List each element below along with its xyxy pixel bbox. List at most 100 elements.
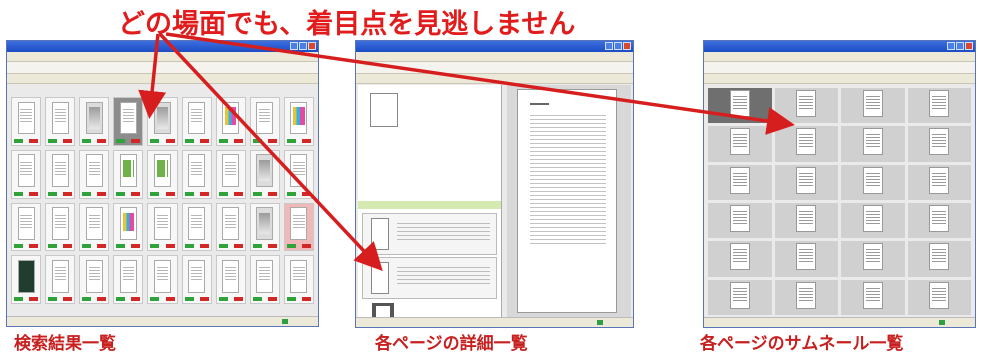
result-thumbnail[interactable]: [45, 202, 76, 252]
page-detail-row[interactable]: [362, 213, 497, 255]
menu-bar: [7, 52, 318, 62]
thumbnail[interactable]: [774, 241, 838, 277]
thumbnail[interactable]: [774, 88, 838, 124]
thumbnail[interactable]: [841, 279, 905, 315]
menu-bar: [704, 52, 975, 62]
thumbnail[interactable]: [907, 279, 971, 315]
result-thumbnail[interactable]: [215, 149, 246, 199]
result-thumbnail[interactable]: [181, 97, 212, 146]
title-bar: [704, 41, 975, 52]
thumbnail[interactable]: [841, 241, 905, 277]
minimize-icon[interactable]: [947, 42, 955, 50]
links-bar: [356, 74, 633, 84]
page-preview: [517, 89, 617, 313]
close-icon[interactable]: [965, 42, 973, 50]
result-thumbnail[interactable]: [181, 149, 212, 199]
result-thumbnail[interactable]: [113, 202, 144, 252]
result-thumbnail[interactable]: [45, 255, 76, 304]
menu-bar: [356, 52, 633, 62]
thumbnail[interactable]: [841, 126, 905, 162]
thumbnail[interactable]: [841, 202, 905, 239]
thumbnail[interactable]: [841, 88, 905, 124]
minimize-icon[interactable]: [290, 42, 298, 50]
result-thumbnail[interactable]: [113, 149, 144, 199]
thumbnail[interactable]: [774, 164, 838, 200]
status-bar: [704, 317, 975, 327]
result-thumbnail[interactable]: [249, 202, 280, 252]
maximize-icon[interactable]: [956, 42, 964, 50]
result-thumbnail[interactable]: [79, 149, 110, 199]
thumbnail[interactable]: [907, 88, 971, 124]
document-cover[interactable]: [370, 93, 398, 127]
result-thumbnail[interactable]: [283, 202, 314, 252]
page-detail-row[interactable]: [362, 257, 497, 299]
result-thumbnail[interactable]: [249, 97, 280, 146]
thumbnail-grid: [708, 88, 971, 315]
thumbnail[interactable]: [907, 164, 971, 200]
thumbnail[interactable]: [708, 241, 772, 277]
result-thumbnail[interactable]: [45, 97, 76, 146]
result-thumbnail[interactable]: [147, 97, 178, 146]
title-bar: [7, 41, 318, 52]
minimize-icon[interactable]: [605, 42, 613, 50]
links-bar: [704, 74, 975, 84]
result-thumbnail[interactable]: [79, 202, 110, 252]
page-detail-window: [355, 40, 634, 328]
toolbar: [7, 62, 318, 74]
result-thumbnail[interactable]: [147, 202, 178, 252]
thumbnail[interactable]: [907, 126, 971, 162]
thumbnail[interactable]: [774, 126, 838, 162]
title-bar: [356, 41, 633, 52]
status-bar: [7, 316, 318, 326]
thumbnail-window: [703, 40, 976, 328]
thumbnail-selected[interactable]: [708, 88, 772, 124]
search-results-window: [6, 40, 319, 327]
result-thumbnail-selected[interactable]: [113, 97, 144, 146]
section-header: [358, 201, 501, 209]
detail-list-pane: [358, 85, 502, 327]
result-thumbnail[interactable]: [11, 202, 42, 252]
result-thumbnail[interactable]: [283, 255, 314, 304]
result-thumbnail[interactable]: [215, 255, 246, 304]
result-thumbnail[interactable]: [11, 255, 42, 304]
result-thumbnail[interactable]: [79, 255, 110, 304]
result-thumbnail[interactable]: [215, 97, 246, 146]
maximize-icon[interactable]: [299, 42, 307, 50]
result-thumbnail[interactable]: [147, 149, 178, 199]
thumbnail[interactable]: [907, 241, 971, 277]
result-thumbnail[interactable]: [147, 255, 178, 304]
result-thumbnail[interactable]: [113, 255, 144, 304]
caption-page-details: 各ページの詳細一覧: [375, 334, 528, 354]
result-thumbnail[interactable]: [283, 149, 314, 199]
result-thumbnail[interactable]: [181, 255, 212, 304]
result-thumbnail[interactable]: [283, 97, 314, 146]
result-thumbnail[interactable]: [215, 202, 246, 252]
caption-page-thumbnails: 各ページのサムネール一覧: [700, 334, 904, 354]
headline: どの場面でも、着目点を見逃しません: [118, 9, 576, 40]
thumbnail[interactable]: [708, 126, 772, 162]
toolbar: [704, 62, 975, 74]
result-thumbnail[interactable]: [181, 202, 212, 252]
links-bar: [7, 74, 318, 84]
thumbnail[interactable]: [708, 202, 772, 239]
result-thumbnail[interactable]: [249, 255, 280, 304]
thumbnail[interactable]: [907, 202, 971, 239]
result-thumbnail[interactable]: [249, 149, 280, 199]
thumbnail[interactable]: [774, 279, 838, 315]
thumbnail[interactable]: [774, 202, 838, 239]
result-grid: [11, 97, 314, 304]
result-thumbnail[interactable]: [79, 97, 110, 146]
result-thumbnail[interactable]: [11, 149, 42, 199]
toolbar: [356, 62, 633, 74]
result-thumbnail[interactable]: [11, 97, 42, 146]
thumbnail[interactable]: [708, 164, 772, 200]
close-icon[interactable]: [623, 42, 631, 50]
maximize-icon[interactable]: [614, 42, 622, 50]
thumbnail[interactable]: [841, 164, 905, 200]
close-icon[interactable]: [308, 42, 316, 50]
caption-search-results: 検索結果一覧: [14, 334, 116, 354]
result-thumbnail[interactable]: [45, 149, 76, 199]
page-preview-pane: [507, 85, 631, 317]
thumbnail[interactable]: [708, 279, 772, 315]
status-bar: [356, 317, 633, 327]
